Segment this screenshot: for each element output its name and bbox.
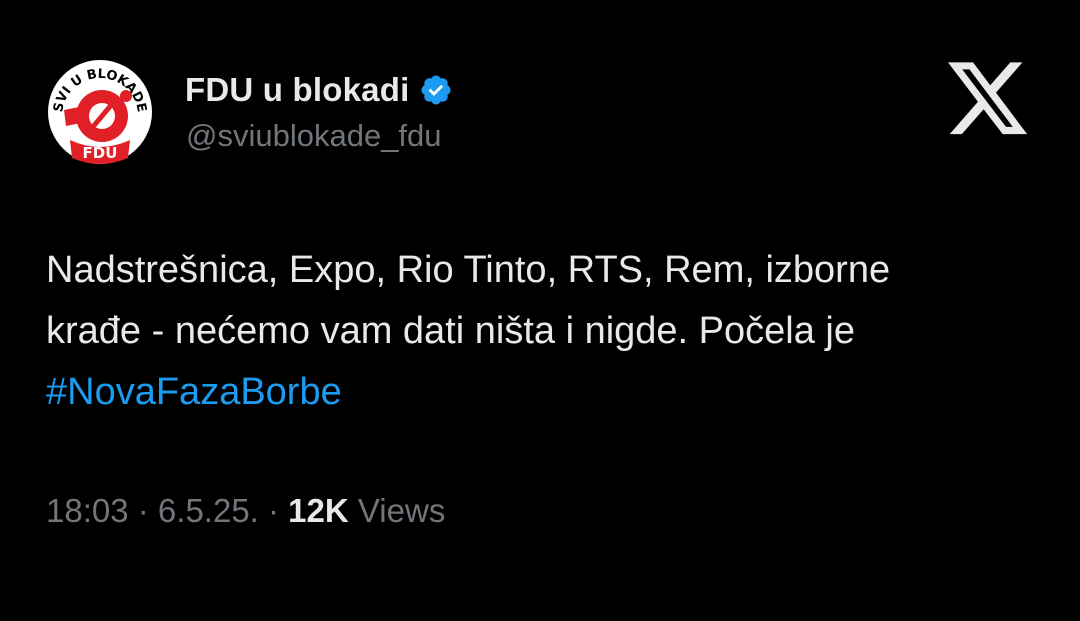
verified-badge-icon[interactable] (419, 73, 453, 107)
x-logo-icon[interactable] (948, 62, 1030, 138)
tweet-text-line: Nadstrešnica, Expo, Rio Tinto, RTS, Rem,… (46, 249, 891, 291)
hashtag-link[interactable]: #NovaFazaBorbe (46, 371, 342, 413)
tweet-meta: 18:03 · 6.5.25. · 12K Views (46, 492, 445, 530)
author-display-name[interactable]: FDU u blokadi (185, 71, 409, 109)
tweet-text-line: krađe - nećemo vam dati ništa i nigde. P… (46, 310, 855, 352)
meta-separator: · (128, 492, 158, 529)
avatar-logo-icon: SVI U BLOKADE FDU (48, 60, 152, 164)
views-label: Views (357, 492, 446, 529)
author-avatar[interactable]: SVI U BLOKADE FDU (44, 54, 156, 166)
views-separator (349, 492, 358, 530)
views-count: 12K (288, 492, 349, 529)
author-name-row: FDU u blokadi (185, 66, 453, 114)
tweet-date[interactable]: 6.5.25. (158, 492, 259, 530)
tweet-time[interactable]: 18:03 (46, 492, 129, 530)
tweet-text: Nadstrešnica, Expo, Rio Tinto, RTS, Rem,… (46, 240, 1046, 423)
avatar-bottom-text: FDU (83, 144, 118, 162)
author-handle[interactable]: @sviublokade_fdu (186, 118, 442, 154)
tweet-card: SVI U BLOKADE FDU FDU u blokadi @sviublo… (0, 0, 1080, 621)
meta-separator: · (258, 492, 289, 529)
